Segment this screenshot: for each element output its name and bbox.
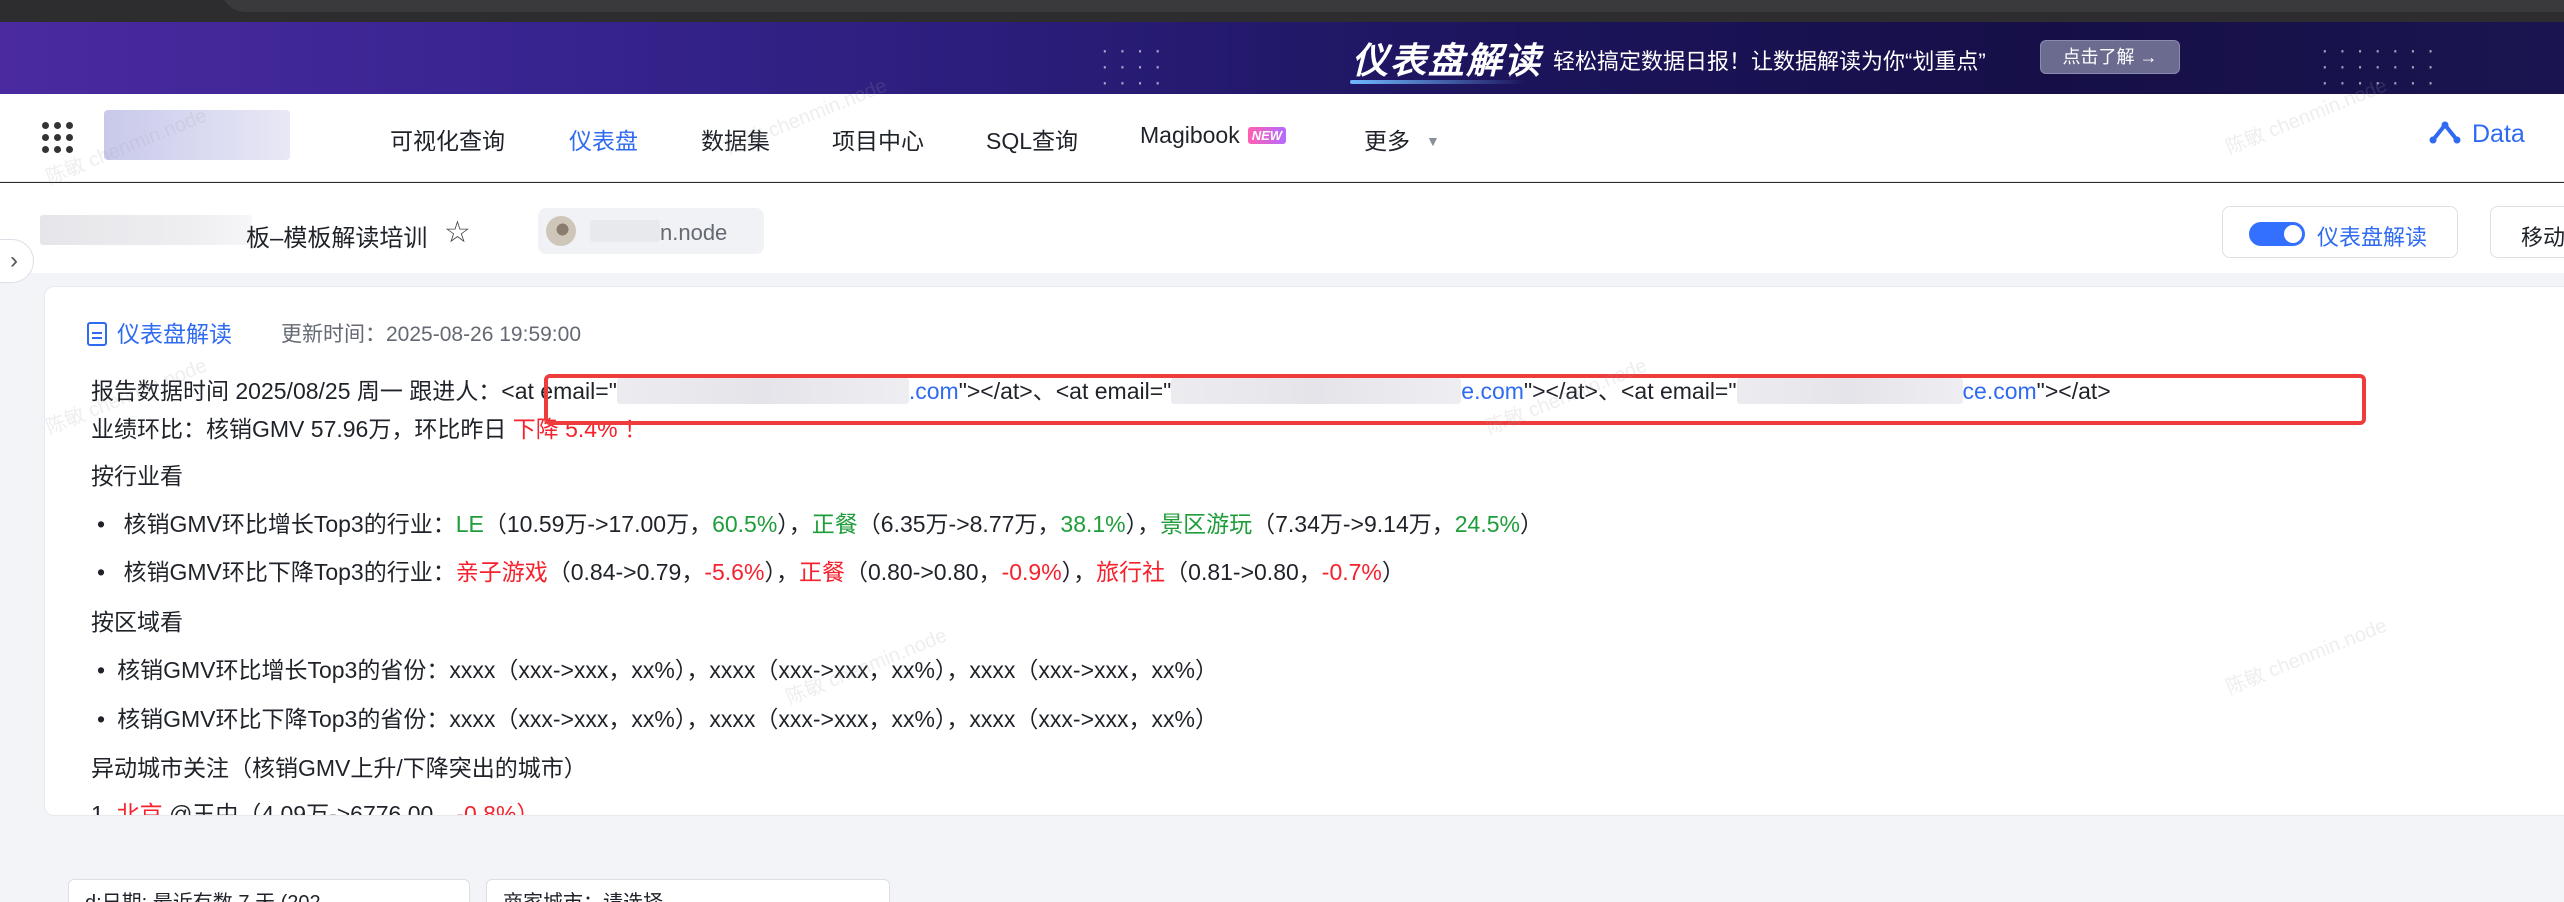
city-line: 1. 北京 @王中（4.09万->6776.00，-0.8%） [91,795,540,816]
nav-item-dashboard[interactable]: 仪表盘 [569,122,638,156]
region-down-line: 核销GMV环比下降Top3的省份：xxxx（xxx->xxx，xx%），xxxx… [97,700,1218,734]
redacted-title-prefix [40,215,252,245]
nav-item-magibook-label: Magibook [1140,122,1240,148]
owner-chip[interactable]: n.node [538,208,764,254]
industry-down-name: 正餐 [798,559,845,585]
industry-down-detail: （0.80->0.80， [844,559,1002,585]
banner-title: 仪表盘解读 [1352,40,1543,81]
banner-learn-more-button[interactable]: 点击了解 → [2040,40,2180,74]
industry-down-tail: ）， [764,559,799,585]
new-badge: NEW [1247,127,1287,144]
chevron-down-icon: ▼ [1426,133,1440,149]
industry-down-name: 亲子游戏 [455,559,548,585]
redacted-owner-name [590,220,660,242]
city-heading: 异动城市关注（核销GMV上升/下降突出的城市） [91,755,587,781]
industry-up-name: LE [455,511,484,537]
city-filter[interactable]: 商家城市：请选择 [486,879,890,902]
industry-up-tail: ）， [777,511,812,537]
dashboard-reading-toggle[interactable]: 仪表盘解读 [2222,206,2458,258]
banner-dots-decoration-right: ······· ······· ······· [2320,42,2444,93]
banner-dots-decoration: ···· ···· ···· [1100,42,1171,93]
industry-down-tail: ） [1381,559,1405,585]
industry-down-name: 旅行社 [1096,559,1166,585]
reading-header: 仪表盘解读 [87,315,232,349]
industry-up-pct: 60.5% [712,511,778,537]
screen: ···· ···· ···· ······· ······· ······· 仪表盘解读… [0,0,2564,902]
highlight-annotation-box [544,374,2366,425]
industry-up-line: 核销GMV环比增长Top3的行业：LE（10.59万->17.00万，60.5%… [97,505,1543,539]
move-button-label: 移动 [2521,225,2564,250]
city-line-number: 1. [91,801,111,816]
city-name: 北京 [116,801,163,816]
nav-item-more-label: 更多 [1364,128,1410,154]
date-filter[interactable]: d:日期: 最近有数 7 天 (202... [68,879,470,902]
industry-down-pct: -5.6% [704,559,765,585]
industry-down-pct: -0.7% [1321,559,1382,585]
nav-item-dataset[interactable]: 数据集 [701,122,770,156]
industry-down-tail: ）， [1061,559,1097,585]
city-detail: @王中（4.09万->6776.00， [168,801,457,816]
data-brand-label: Data [2472,120,2525,148]
data-logo-icon [2428,121,2462,145]
performance-label: 业绩环比： [91,416,206,442]
region-up-line: 核销GMV环比增长Top3的省份：xxxx（xxx->xxx，xx%），xxxx… [97,651,1218,685]
data-brand-link[interactable]: Data [2428,120,2525,149]
industry-up-pct: 38.1% [1060,511,1126,537]
chevron-right-icon: › [10,247,18,274]
apps-grid-icon[interactable] [42,122,74,154]
nav-item-sql-query[interactable]: SQL查询 [986,122,1078,156]
banner-subtitle: 轻松搞定数据日报！让数据解读为你“划重点” [1553,49,1986,74]
industry-up-name: 景区游玩 [1160,511,1253,537]
industry-down-line: 核销GMV环比下降Top3的行业：亲子游戏（0.84->0.79，-5.6%），… [97,553,1405,587]
document-icon [87,322,107,346]
industry-up-label: 核销GMV环比增长Top3的行业： [123,511,456,537]
nav-item-more[interactable]: 更多 ▼ [1364,122,1440,156]
window-chrome [0,0,2564,22]
industry-up-detail: （10.59万->17.00万， [483,511,713,537]
product-logo[interactable] [104,110,290,160]
performance-text: 核销GMV 57.96万，环比昨日 [206,416,507,442]
report-time-text: 报告数据时间 2025/08/25 周一 跟进人： [91,378,502,404]
dashboard-page: 板–模板解读培训 ☆ n.node 仪表盘解读 移动 › 仪表盘解读 更新时间：… [0,183,2564,902]
industry-up-pct: 24.5% [1454,511,1520,537]
nav-item-magibook[interactable]: Magibook NEW [1140,122,1287,149]
dashboard-reading-card: 仪表盘解读 更新时间：2025-08-26 19:59:00 报告数据时间 20… [44,286,2564,816]
update-time: 更新时间：2025-08-26 19:59:00 [281,323,581,346]
industry-down-detail: （0.84->0.79， [547,559,705,585]
industry-up-detail: （7.34万->9.14万， [1252,511,1455,537]
toggle-switch[interactable] [2249,222,2305,246]
industry-up-name: 正餐 [811,511,858,537]
industry-up-tail: ）， [1125,511,1161,537]
region-heading: 按区域看 [91,609,183,635]
favorite-star-icon[interactable]: ☆ [444,215,471,250]
page-title[interactable]: 板–模板解读培训 [246,218,427,253]
toggle-label: 仪表盘解读 [2317,225,2428,250]
top-nav: 可视化查询 仪表盘 数据集 项目中心 SQL查询 Magibook NEW 更多 ▼… [0,94,2564,182]
move-button[interactable]: 移动 [2490,206,2564,258]
promo-banner[interactable]: ···· ···· ···· ······· ······· ······· 仪表盘解读… [0,22,2564,94]
industry-down-label: 核销GMV环比下降Top3的行业： [123,559,456,585]
nav-item-visual-query[interactable]: 可视化查询 [390,122,505,156]
reading-header-label: 仪表盘解读 [117,321,232,347]
industry-down-pct: -0.9% [1001,559,1062,585]
banner-title-underline [1350,80,1526,84]
owner-name: n.node [660,220,728,245]
nav-item-project-center[interactable]: 项目中心 [832,122,924,156]
industry-heading: 按行业看 [91,463,183,489]
industry-up-tail: ） [1519,511,1543,537]
city-pct: -0.8%） [456,801,540,816]
avatar [546,216,576,246]
industry-down-detail: （0.81->0.80， [1165,559,1322,585]
industry-up-detail: （6.35万->8.77万， [857,511,1061,537]
dashboard-title-row: 板–模板解读培训 ☆ n.node 仪表盘解读 移动 [0,183,2564,273]
